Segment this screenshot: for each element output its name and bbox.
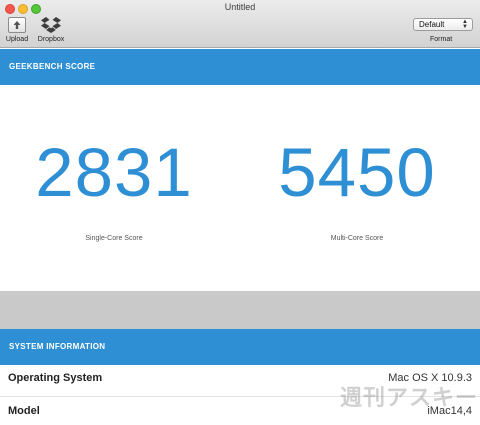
single-core-score-block: 2831 Single-Core Score	[14, 134, 214, 243]
upload-label: Upload	[5, 36, 29, 43]
up-down-arrows-icon: ▲ ▼	[462, 19, 468, 30]
geekbench-score-header: GEEKBENCH SCORE	[0, 49, 480, 85]
upload-button[interactable]: Upload	[5, 17, 29, 44]
dropbox-icon	[34, 16, 68, 35]
info-label: Model	[8, 405, 40, 417]
window-title: Untitled	[224, 2, 256, 12]
multi-core-score: 5450	[278, 134, 436, 211]
format-select-value: Default	[419, 20, 445, 29]
info-label: Operating System	[8, 372, 103, 384]
window-titlebar: Untitled Upload Dropbox Default ▲ ▼ Form…	[0, 0, 480, 48]
dropbox-label: Dropbox	[37, 36, 65, 43]
format-label: Format	[430, 36, 453, 43]
multi-core-score-block: 5450 Multi-Core Score	[257, 134, 457, 243]
dropbox-button[interactable]: Dropbox	[34, 16, 68, 44]
format-select[interactable]: Default ▲ ▼	[413, 18, 473, 31]
upload-arrow-icon	[8, 17, 26, 33]
system-information-header: SYSTEM INFORMATION	[0, 329, 480, 365]
single-core-caption: Single-Core Score	[85, 235, 143, 242]
watermark-logo: 週刊アスキー	[340, 386, 479, 411]
multi-core-caption: Multi-Core Score	[330, 235, 384, 242]
score-panel: 2831 Single-Core Score 5450 Multi-Core S…	[0, 85, 480, 291]
separator-strip	[0, 291, 480, 329]
single-core-score: 2831	[35, 134, 193, 211]
